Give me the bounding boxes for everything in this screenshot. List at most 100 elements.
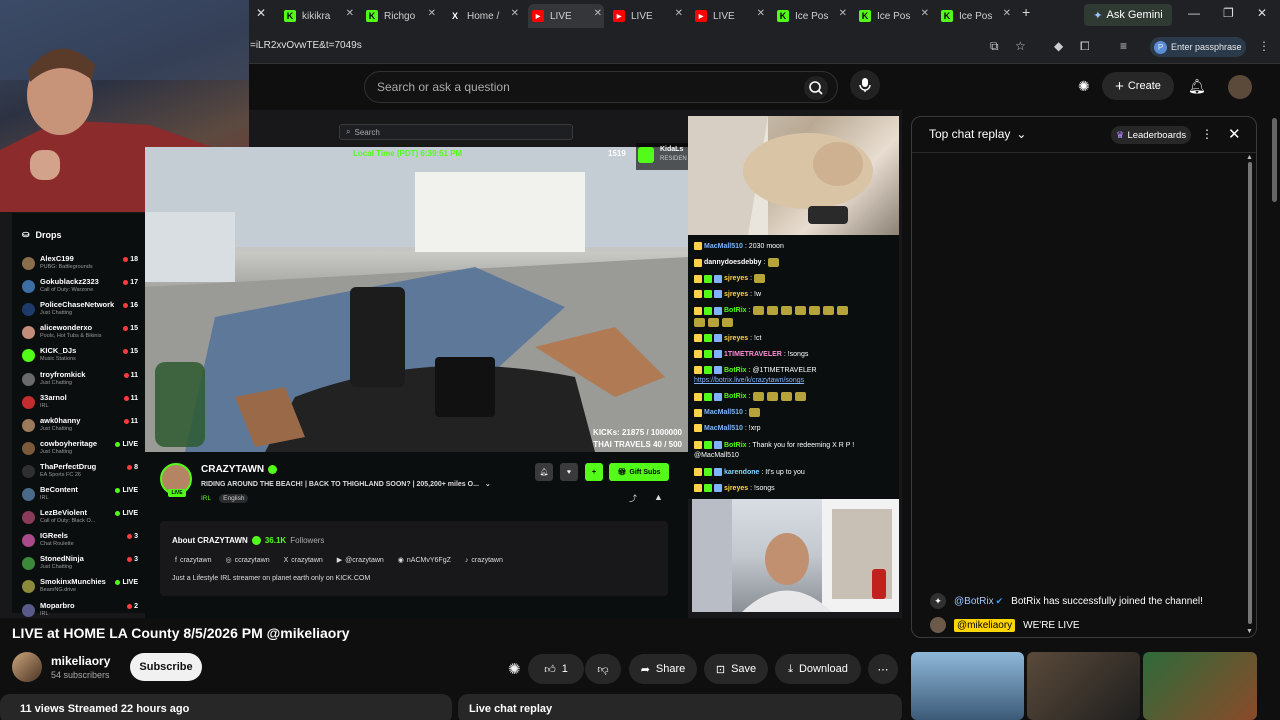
kick-sidebar-item[interactable]: troyfromkick Just Chatting 11: [22, 370, 138, 392]
social-link[interactable]: ▶ @crazytawn: [337, 556, 384, 565]
bookmark-star-icon[interactable]: ☆: [1015, 39, 1026, 53]
kick-sidebar-item[interactable]: LezBeViolent Call of Duty: Black O... LIVE: [22, 508, 138, 530]
tab-close-icon[interactable]: ✕: [757, 8, 765, 19]
new-tab-button[interactable]: +: [1022, 4, 1030, 20]
chat-username[interactable]: BotRix: [724, 442, 747, 449]
chat-username[interactable]: MacMall510: [704, 409, 743, 416]
chat-username[interactable]: BotRix: [724, 367, 747, 374]
chat-username[interactable]: MacMall510: [704, 425, 743, 432]
chat-username[interactable]: 1TIMETRAVELER: [724, 351, 782, 358]
social-link[interactable]: Xcrazytawn: [284, 556, 323, 564]
chat-username[interactable]: dannydoesdebby: [704, 259, 762, 266]
subscribe-button[interactable]: Subscribe: [130, 653, 202, 681]
browser-tab[interactable]: ▶ LIVE ✕: [609, 4, 685, 28]
close-icon[interactable]: ✕: [256, 6, 266, 20]
chat-username[interactable]: @mikeliaory: [954, 618, 1016, 632]
chevron-down-icon[interactable]: ⌄: [485, 481, 491, 488]
scroll-down-icon[interactable]: ▼: [1246, 628, 1253, 635]
chat-mode-dropdown[interactable]: Top chat replay ⌄: [929, 127, 1026, 141]
tag-language[interactable]: English: [219, 494, 249, 503]
kick-sidebar-item[interactable]: SmokinxMunchies BeamNG.drive LIVE: [22, 577, 138, 599]
tab-close-icon[interactable]: ✕: [675, 8, 683, 19]
media-control-icon[interactable]: ≡: [1120, 39, 1127, 53]
puzzle-icon[interactable]: ⧠: [1080, 39, 1090, 54]
kick-sidebar-item[interactable]: cowboyheritage Just Chatting LIVE: [22, 439, 138, 461]
download-button[interactable]: ⤓ Download: [775, 654, 861, 684]
kick-sidebar-item[interactable]: BeContent IRL LIVE: [22, 485, 138, 507]
chat-username[interactable]: MacMall510: [704, 243, 743, 250]
kick-sidebar-item[interactable]: AlexC199 PUBG: Battlegrounds 18: [22, 254, 138, 276]
heart-icon[interactable]: ♥: [560, 463, 578, 481]
kick-sidebar-item[interactable]: alicewonderxo Pools, Hot Tubs & Bikinis 15: [22, 323, 138, 345]
kick-search-input[interactable]: ⌕ Search: [339, 124, 573, 140]
microphone-icon[interactable]: [850, 70, 880, 100]
search-input[interactable]: Search or ask a question: [364, 71, 838, 103]
browser-menu-icon[interactable]: ⋮: [1258, 39, 1270, 53]
scroll-up-icon[interactable]: ▲: [1246, 154, 1253, 161]
browser-tab[interactable]: K Ice Pos ✕: [937, 4, 1013, 28]
browser-tab[interactable]: Kkikikra ✕: [280, 4, 356, 28]
browser-tab[interactable]: ▶ LIVE ✕: [528, 4, 604, 28]
passphrase-button[interactable]: P Enter passphrase: [1150, 37, 1246, 57]
window-close-icon[interactable]: ✕: [1257, 6, 1267, 20]
ask-gemini-button[interactable]: ✦ Ask Gemini: [1084, 4, 1172, 26]
chat-username[interactable]: karendone: [724, 469, 759, 476]
social-link[interactable]: ♪ crazytawn: [465, 556, 503, 564]
tab-close-icon[interactable]: ✕: [921, 8, 929, 19]
tag-irl[interactable]: IRL: [201, 494, 215, 503]
browser-tab[interactable]: X Home / ✕: [445, 4, 521, 28]
tab-close-icon[interactable]: ✕: [1003, 8, 1011, 19]
dislike-button[interactable]: 👎︎: [585, 654, 621, 684]
channel-avatar[interactable]: [12, 652, 42, 682]
sparkle-action-icon[interactable]: ✺: [508, 660, 521, 678]
kick-sidebar-item[interactable]: PoliceChaseNetwork Just Chatting 16: [22, 300, 138, 322]
tab-close-icon[interactable]: ✕: [511, 8, 519, 19]
social-link[interactable]: ◎ ccrazytawn: [225, 556, 269, 565]
browser-tab[interactable]: K Ice Pos ✕: [855, 4, 931, 28]
channel-name[interactable]: mikeliaory: [51, 654, 110, 668]
browser-tab[interactable]: K Richgo ✕: [362, 4, 438, 28]
social-link[interactable]: ◉ nACMvY6FgZ: [398, 556, 451, 565]
notification-bell-icon[interactable]: 🔔︎: [535, 463, 553, 481]
chat-username[interactable]: sjreyes: [724, 485, 748, 492]
restore-icon[interactable]: ❐: [1223, 6, 1234, 20]
address-bar[interactable]: =iLR2xvOvwTE&t=7049s: [250, 40, 362, 51]
save-button[interactable]: ⊡ Save: [704, 654, 768, 684]
chat-username[interactable]: @BotRix: [954, 596, 994, 607]
leaderboards-button[interactable]: ♛ Leaderboards: [1111, 126, 1191, 144]
chat-link[interactable]: https://botrix.live/k/crazytawn/songs: [694, 377, 804, 384]
kick-sidebar-item[interactable]: Gokublackz2323 Call of Duty: Warzone 17: [22, 277, 138, 299]
kick-sidebar-item[interactable]: ThaPerfectDrug EA Sports FC 26 8: [22, 462, 138, 484]
browser-tab[interactable]: K Ice Pos ✕: [773, 4, 849, 28]
report-icon[interactable]: ▲: [654, 492, 663, 502]
kick-sidebar-item[interactable]: StonedNinja Just Chatting 3: [22, 554, 138, 576]
search-icon[interactable]: [804, 76, 828, 100]
social-link[interactable]: f crazytawn: [175, 556, 211, 564]
chat-more-icon[interactable]: ⋮: [1201, 127, 1213, 141]
tab-close-icon[interactable]: ✕: [428, 8, 436, 19]
browser-tab[interactable]: ▶ LIVE ✕: [691, 4, 767, 28]
follow-plus-icon[interactable]: +: [585, 463, 603, 481]
bell-icon[interactable]: 🔔︎: [1188, 78, 1206, 95]
chat-username[interactable]: BotRix: [724, 307, 747, 314]
create-button[interactable]: + Create: [1102, 72, 1174, 100]
kick-sidebar-item[interactable]: KICK_DJs Music Stations 15: [22, 346, 138, 368]
kick-sidebar-item[interactable]: 33arnol IRL 11: [22, 393, 138, 415]
gift-subs-button[interactable]: 🎁︎ Gift Subs: [609, 463, 669, 481]
kick-sidebar-item[interactable]: awk0hanny Just Chatting 11: [22, 416, 138, 438]
chat-scrollbar[interactable]: [1248, 162, 1252, 624]
chat-username[interactable]: sjreyes: [724, 275, 748, 282]
chat-user-avatar[interactable]: [930, 617, 946, 633]
kick-sidebar-item[interactable]: IGReels Chat Roulette 3: [22, 531, 138, 553]
chat-close-icon[interactable]: ✕: [1228, 125, 1241, 143]
share-icon[interactable]: ⤴: [629, 493, 637, 504]
recommended-thumbnail[interactable]: [1143, 652, 1257, 720]
minimize-icon[interactable]: —: [1188, 6, 1200, 20]
share-button[interactable]: ➦ Share: [629, 654, 697, 684]
like-button[interactable]: 👍︎ 1: [528, 654, 584, 684]
chat-username[interactable]: sjreyes: [724, 335, 748, 342]
extension-icon[interactable]: ◆: [1054, 39, 1063, 53]
recommended-thumbnail[interactable]: [1027, 652, 1140, 720]
chat-username[interactable]: BotRix: [724, 393, 747, 400]
chat-user-avatar[interactable]: ✦: [930, 593, 946, 609]
